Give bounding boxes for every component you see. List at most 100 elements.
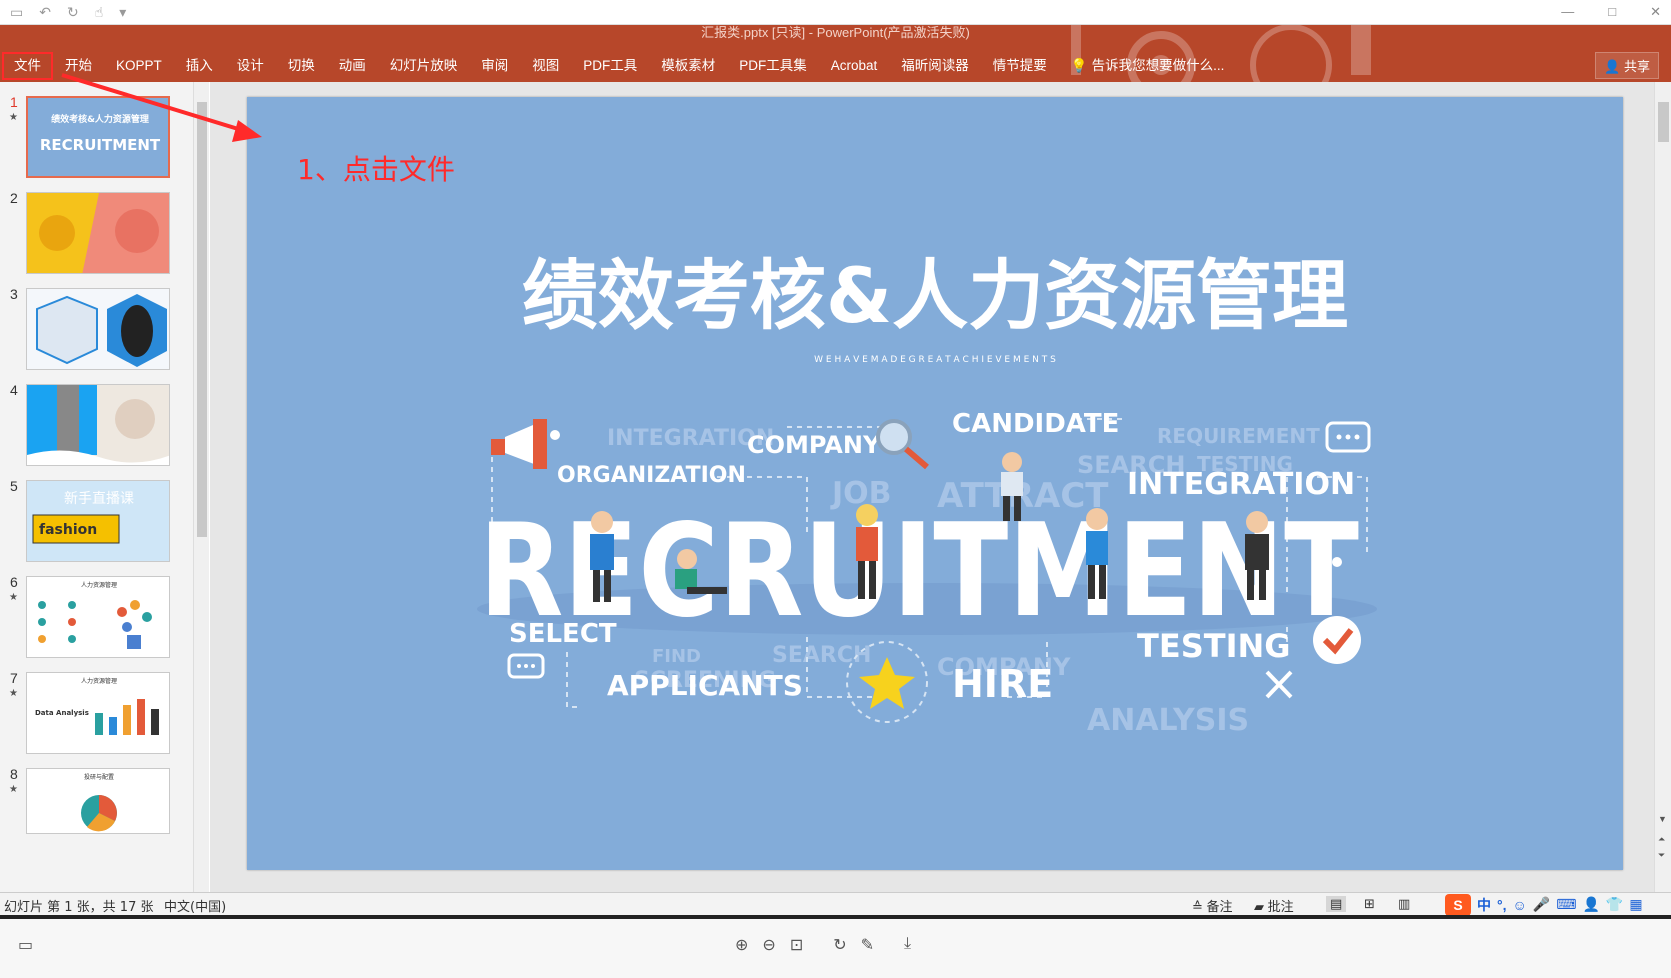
undo-icon[interactable]: ↶ (39, 4, 51, 21)
minimize-icon[interactable]: — (1561, 4, 1574, 20)
ime-toolbar: S 中 °, ☺ 🎤 ⌨ 👤 👕 ▦ (1445, 893, 1643, 916)
slide-scrollbar[interactable]: ▼ ⏶ ⏷ (1654, 82, 1671, 892)
keyword-testing: TESTING (1137, 627, 1291, 665)
tab-foxit[interactable]: 福昕阅读器 (889, 54, 981, 78)
tab-animations[interactable]: 动画 (327, 54, 378, 78)
thumbnail-toggle-icon[interactable]: ▭ (18, 935, 33, 955)
user-icon[interactable]: 👤 (1582, 896, 1599, 913)
prev-slide-icon[interactable]: ⏶ (1658, 834, 1665, 845)
tab-pdf-tools[interactable]: PDF工具 (571, 54, 649, 78)
microphone-icon[interactable]: 🎤 (1533, 896, 1550, 913)
bottom-toolbar: ▭ ⊕ ⊖ ⊡ ↻ ✎ ⤓ (0, 919, 1671, 978)
thumbnail-scrollbar[interactable] (193, 82, 209, 892)
customize-icon[interactable]: ▾ (119, 4, 126, 21)
close-icon[interactable]: ✕ (1650, 4, 1661, 20)
zoom-out-icon[interactable]: ⊖ (762, 935, 775, 955)
slide-subtitle: W E H A V E M A D E G R E A T A C H I E … (814, 355, 1056, 365)
slide-thumbnail-2[interactable] (26, 192, 170, 274)
slide-sorter-icon[interactable]: ⊞ (1364, 896, 1375, 912)
slide-content: 绩效考核&人力资源管理 W E H A V E M A D E G R E A … (247, 97, 1623, 870)
thumb-3-art (27, 289, 169, 369)
ime-mode[interactable]: 中 (1477, 895, 1491, 915)
slide-thumbnail-3[interactable] (26, 288, 170, 370)
faded-requirement: REQUIREMENT (1157, 424, 1320, 448)
tab-templates[interactable]: 模板素材 (649, 54, 727, 78)
thumb-5-fashion: fashion (39, 522, 97, 538)
slide-number: 6 (10, 574, 18, 590)
tab-koppt[interactable]: KOPPT (104, 54, 174, 78)
touch-mode-icon[interactable]: ☝ (95, 4, 104, 21)
slide-thumbnail-7[interactable]: 人力资源管理 Data Analysis (26, 672, 170, 754)
notes-button[interactable]: ≙ 备注 (1192, 896, 1233, 915)
scroll-down-icon[interactable]: ▼ (1658, 814, 1667, 824)
current-slide[interactable]: 绩效考核&人力资源管理 W E H A V E M A D E G R E A … (247, 97, 1623, 870)
slide-number: 3 (10, 286, 18, 302)
punctuation-icon[interactable]: °, (1497, 897, 1507, 913)
keyboard-icon[interactable]: ⌨ (1556, 896, 1576, 913)
tab-pdf-toolset[interactable]: PDF工具集 (727, 54, 819, 78)
save-icon[interactable]: ▭ (10, 4, 23, 21)
comments-button[interactable]: ▰ 批注 (1254, 896, 1294, 915)
keyword-hire: HIRE (952, 662, 1053, 706)
tab-storyboard[interactable]: 情节提要 (981, 54, 1059, 78)
faded-find: FIND (652, 646, 701, 667)
slide-thumbnail-6[interactable]: 人力资源管理 (26, 576, 170, 658)
thumb-6-title: 人力资源管理 (81, 581, 117, 589)
maximize-icon[interactable]: □ (1608, 4, 1616, 20)
scroll-thumb[interactable] (197, 102, 207, 537)
tell-me-box[interactable]: 💡 告诉我您想要做什么... (1059, 54, 1237, 78)
star-icon: ★ (9, 592, 18, 603)
viewer-controls: ⊕ ⊖ ⊡ ↻ ✎ ⤓ (735, 935, 911, 955)
reading-view-icon[interactable]: ▥ (1398, 896, 1410, 912)
grid-icon[interactable]: ▦ (1629, 896, 1642, 913)
thumb-1-title: 绩效考核&人力资源管理 (51, 113, 149, 125)
thumb-1-word: RECRUITMENT (40, 136, 161, 154)
thumb-6-art: 人力资源管理 (27, 577, 169, 657)
slide-thumbnail-1[interactable]: 绩效考核&人力资源管理 RECRUITMENT (26, 96, 170, 178)
star-icon: ★ (9, 112, 18, 123)
ribbon-tabs: 文件 开始 KOPPT 插入 设计 切换 动画 幻灯片放映 审阅 视图 PDF工… (0, 52, 1237, 80)
slide-number: 5 (10, 478, 18, 494)
normal-view-icon[interactable]: ▤ (1326, 896, 1347, 912)
rotate-icon[interactable]: ↻ (833, 935, 846, 955)
thumb-2-art (27, 193, 169, 273)
slide-thumbnail-8[interactable]: 投研与配置 (26, 768, 170, 834)
notes-label: 备注 (1206, 900, 1233, 915)
comments-label: 批注 (1267, 900, 1294, 915)
edit-pencil-icon[interactable]: ✎ (861, 935, 874, 955)
faded-analysis: ANALYSIS (1087, 703, 1249, 738)
keyword-candidate: CANDIDATE (952, 409, 1119, 439)
quick-access-toolbar: ▭ ↶ ↻ ☝ ▾ (10, 4, 126, 21)
download-icon[interactable]: ⤓ (904, 935, 911, 955)
tab-file[interactable]: 文件 (2, 52, 53, 80)
notes-icon: ≙ (1192, 899, 1203, 914)
sogou-ime-icon[interactable]: S (1445, 893, 1471, 916)
slide-thumbnail-5[interactable]: 新手直播课 fashion (26, 480, 170, 562)
next-slide-icon[interactable]: ⏷ (1658, 850, 1665, 861)
slide-thumbnail-4[interactable] (26, 384, 170, 466)
tab-acrobat[interactable]: Acrobat (819, 54, 890, 78)
actual-size-icon[interactable]: ⊡ (790, 935, 803, 955)
share-button[interactable]: 👤 共享 (1595, 52, 1659, 79)
zoom-in-icon[interactable]: ⊕ (735, 935, 748, 955)
skin-icon[interactable]: 👕 (1606, 896, 1623, 913)
title-bar-strip: ▭ ↶ ↻ ☝ ▾ — □ ✕ (0, 0, 1671, 25)
keyword-organization: ORGANIZATION (557, 463, 746, 488)
thumb-5-art: 新手直播课 fashion (27, 481, 169, 561)
redo-icon[interactable]: ↻ (67, 4, 79, 21)
tab-design[interactable]: 设计 (225, 54, 276, 78)
scroll-thumb[interactable] (1658, 102, 1669, 142)
language-indicator[interactable]: 中文(中国) (164, 896, 226, 915)
tab-view[interactable]: 视图 (520, 54, 571, 78)
tab-transitions[interactable]: 切换 (276, 54, 327, 78)
tab-slideshow[interactable]: 幻灯片放映 (378, 54, 470, 78)
tab-home[interactable]: 开始 (53, 54, 104, 78)
tab-review[interactable]: 审阅 (469, 54, 520, 78)
star-icon: ★ (9, 784, 18, 795)
keyword-applicants: APPLICANTS (607, 669, 803, 702)
window-controls: — □ ✕ (1561, 4, 1661, 20)
emoji-icon[interactable]: ☺ (1513, 897, 1527, 913)
slide-thumbnail-pane: 1 ★ 绩效考核&人力资源管理 RECRUITMENT 2 3 4 5 新手直播… (0, 82, 196, 892)
tab-insert[interactable]: 插入 (174, 54, 225, 78)
keyword-select: SELECT (509, 619, 617, 649)
